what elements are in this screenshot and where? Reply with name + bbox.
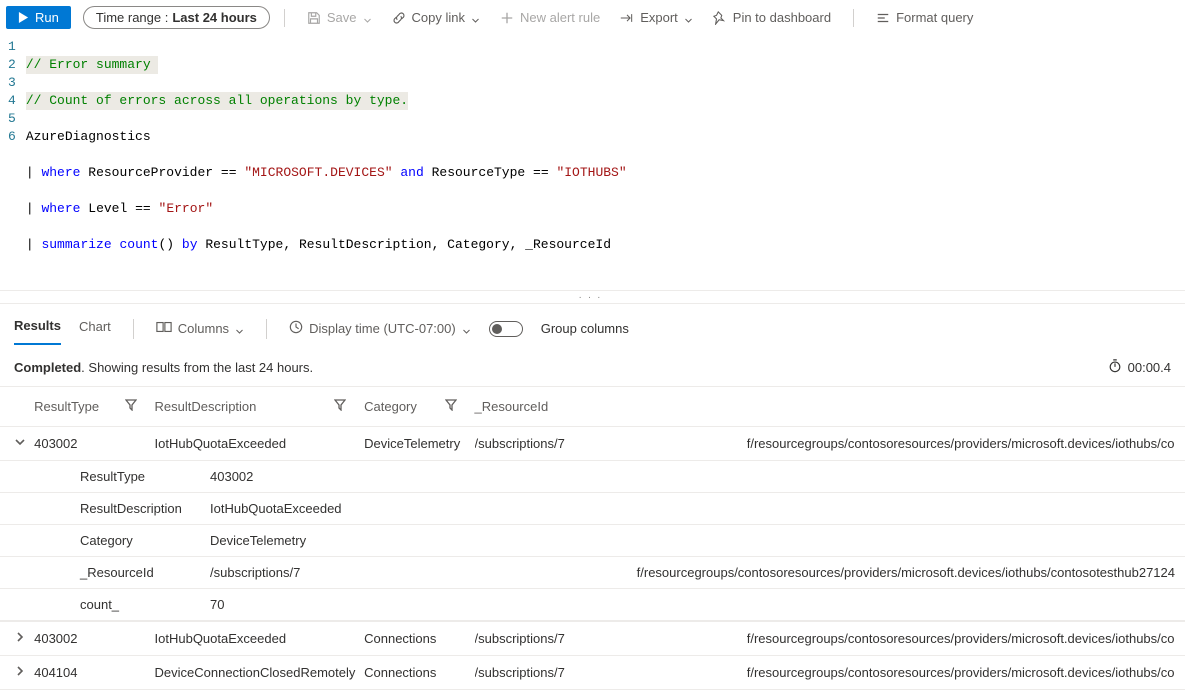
detail-value: IotHubQuotaExceeded [200, 493, 1185, 525]
query-toolbar: Run Time range : Last 24 hours Save Copy… [0, 0, 1185, 36]
code-line: // Count of errors across all operations… [26, 93, 408, 108]
col-resulttype[interactable]: ResultType [34, 387, 154, 427]
format-label: Format query [896, 10, 973, 25]
cell-resourceid: /subscriptions/7f/resourcegroups/contoso… [475, 622, 1185, 656]
time-range-value: Last 24 hours [172, 10, 257, 25]
cell-resourceid: /subscriptions/7f/resourcegroups/contoso… [475, 427, 1185, 461]
chevron-down-icon [462, 324, 471, 333]
save-label: Save [327, 10, 357, 25]
separator [284, 9, 285, 27]
export-button[interactable]: Export [612, 6, 701, 29]
chevron-down-icon [363, 13, 372, 22]
save-button[interactable]: Save [299, 6, 380, 29]
format-icon [876, 11, 890, 25]
detail-key: ResultDescription [0, 493, 200, 525]
expand-toggle[interactable] [0, 656, 34, 690]
new-alert-label: New alert rule [520, 10, 600, 25]
columns-picker[interactable]: Columns [156, 321, 244, 336]
display-time-label: Display time (UTC-07:00) [309, 321, 456, 336]
filter-icon[interactable] [445, 399, 457, 411]
detail-value: /subscriptions/7f/resourcegroups/contoso… [200, 557, 1185, 589]
chevron-down-icon [235, 324, 244, 333]
col-resultdescription[interactable]: ResultDescription [155, 387, 365, 427]
results-table: ResultType ResultDescription Category _R… [0, 387, 1185, 690]
format-query-button[interactable]: Format query [868, 6, 981, 29]
cell-resourceid: /subscriptions/7f/resourcegroups/contoso… [475, 656, 1185, 690]
chevron-down-icon [471, 13, 480, 22]
cell-category: Connections [364, 622, 474, 656]
chevron-down-icon [684, 13, 693, 22]
cell-category: Connections [364, 656, 474, 690]
detail-key: ResultType [0, 461, 200, 493]
group-columns-toggle[interactable] [489, 321, 523, 337]
table-row[interactable]: 403002IotHubQuotaExceededDeviceTelemetry… [0, 427, 1185, 461]
expand-toggle[interactable] [0, 427, 34, 461]
stopwatch-icon [1108, 359, 1122, 376]
columns-label: Columns [178, 321, 229, 336]
pin-label: Pin to dashboard [733, 10, 831, 25]
status-text: Completed. Showing results from the last… [14, 360, 313, 375]
col-resourceid[interactable]: _ResourceId [475, 387, 1185, 427]
group-columns-label: Group columns [541, 321, 629, 336]
filter-icon[interactable] [125, 399, 137, 411]
detail-key: _ResourceId [0, 557, 200, 589]
query-timer: 00:00.4 [1108, 359, 1171, 376]
tab-results[interactable]: Results [14, 312, 61, 345]
separator [266, 319, 267, 339]
clock-icon [289, 320, 303, 337]
col-expand [0, 387, 34, 427]
cell-resultdescription: IotHubQuotaExceeded [155, 622, 365, 656]
status-completed: Completed [14, 360, 81, 375]
pin-icon [713, 11, 727, 25]
elapsed-value: 00:00.4 [1128, 360, 1171, 375]
plus-icon [500, 11, 514, 25]
splitter-handle[interactable]: ··· [0, 290, 1185, 304]
expand-toggle[interactable] [0, 622, 34, 656]
status-row: Completed. Showing results from the last… [0, 345, 1185, 387]
filter-icon[interactable] [334, 399, 346, 411]
status-message: . Showing results from the last 24 hours… [81, 360, 313, 375]
cell-resultdescription: IotHubQuotaExceeded [155, 427, 365, 461]
copy-link-label: Copy link [412, 10, 465, 25]
line-numbers: 123456 [0, 38, 26, 290]
pin-button[interactable]: Pin to dashboard [705, 6, 839, 29]
cell-resulttype: 404104 [34, 656, 154, 690]
run-label: Run [35, 10, 59, 25]
save-icon [307, 11, 321, 25]
code-line: // Error summary [26, 57, 151, 72]
detail-row: ResultType403002ResultDescriptionIotHubQ… [0, 461, 1185, 622]
export-label: Export [640, 10, 678, 25]
run-button[interactable]: Run [6, 6, 71, 29]
export-icon [620, 11, 634, 25]
detail-value: 70 [200, 589, 1185, 621]
time-range-label: Time range : [96, 10, 169, 25]
detail-key: Category [0, 525, 200, 557]
time-range-picker[interactable]: Time range : Last 24 hours [83, 6, 270, 29]
code-content[interactable]: // Error summary // Count of errors acro… [26, 38, 627, 290]
table-row[interactable]: 404104DeviceConnectionClosedRemotelyConn… [0, 656, 1185, 690]
copy-link-button[interactable]: Copy link [384, 6, 488, 29]
link-icon [392, 11, 406, 25]
cell-resulttype: 403002 [34, 427, 154, 461]
results-tabs: Results Chart Columns Display time (UTC-… [0, 304, 1185, 345]
col-category[interactable]: Category [364, 387, 474, 427]
query-editor[interactable]: 123456 // Error summary // Count of erro… [0, 36, 1185, 290]
display-time-picker[interactable]: Display time (UTC-07:00) [289, 320, 471, 337]
separator [133, 319, 134, 339]
detail-value: 403002 [200, 461, 1185, 493]
separator [853, 9, 854, 27]
cell-resultdescription: DeviceConnectionClosedRemotely [155, 656, 365, 690]
table-row[interactable]: 403002IotHubQuotaExceededConnections/sub… [0, 622, 1185, 656]
cell-resulttype: 403002 [34, 622, 154, 656]
new-alert-button[interactable]: New alert rule [492, 6, 608, 29]
detail-key: count_ [0, 589, 200, 621]
cell-category: DeviceTelemetry [364, 427, 474, 461]
tab-chart[interactable]: Chart [79, 313, 111, 344]
columns-icon [156, 321, 172, 336]
detail-value: DeviceTelemetry [200, 525, 1185, 557]
